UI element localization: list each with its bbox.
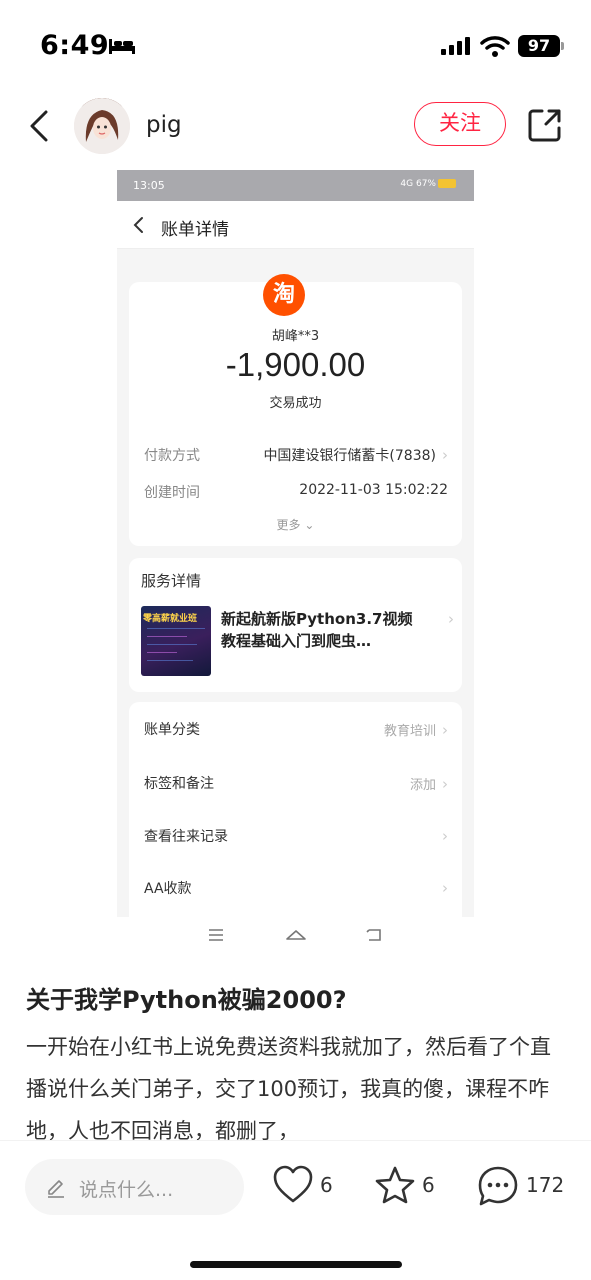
chevron-right-icon: › — [448, 610, 454, 628]
chevron-left-icon[interactable] — [22, 104, 58, 148]
post-image[interactable]: 13:05 4G 67% 账单详情 淘 胡峰**3 -1,900.00 交易成功… — [117, 170, 474, 955]
comment-input[interactable]: 说点什么... — [25, 1159, 244, 1215]
service-title: 服务详情 — [141, 572, 202, 590]
collect-button[interactable]: 6 — [374, 1165, 444, 1209]
more-toggle: 更多 ⌄ — [276, 518, 315, 532]
heart-icon — [273, 1165, 313, 1203]
post-header: pig 关注 — [0, 92, 591, 162]
bill-amount: -1,900.00 — [225, 346, 366, 383]
wifi-icon — [480, 36, 510, 57]
tags-notes-label: 标签和备注 — [144, 776, 214, 792]
star-icon — [375, 1166, 415, 1204]
course-thumbnail: 零高薪就业班 — [141, 606, 211, 676]
taobao-logo: 淘 — [263, 274, 305, 316]
image-nav-title: 账单详情 — [161, 220, 229, 240]
bottom-action-bar: 说点什么... 6 6 172 — [0, 1140, 591, 1280]
signal-icon — [441, 37, 470, 55]
bill-category-label: 账单分类 — [144, 722, 200, 738]
battery-cap — [561, 42, 564, 50]
history-chevron: › — [442, 827, 448, 845]
comment-button[interactable]: 172 — [476, 1165, 566, 1209]
aa-collect-chevron: › — [442, 879, 448, 897]
bed-icon — [109, 39, 135, 54]
tags-notes-value: 添加 › — [409, 775, 448, 793]
transaction-status: 交易成功 — [269, 396, 322, 411]
aa-collect-label: AA收款 — [144, 881, 192, 897]
payment-method-label: 付款方式 — [144, 448, 200, 464]
collect-count: 6 — [422, 1173, 435, 1197]
follow-button[interactable]: 关注 — [414, 102, 506, 146]
post-title: 关于我学Python被骗2000? — [26, 986, 347, 1014]
home-indicator[interactable] — [190, 1261, 402, 1268]
like-count: 6 — [320, 1173, 333, 1197]
like-button[interactable]: 6 — [272, 1165, 342, 1209]
status-bar: 6:49 97 — [0, 0, 591, 92]
image-status-bar: 13:05 4G 67% — [117, 170, 474, 201]
battery-icon: 97 — [518, 35, 560, 57]
image-status-info: 4G 67% — [400, 179, 456, 189]
comment-placeholder: 说点什么... — [79, 1179, 174, 1201]
pencil-icon — [48, 1180, 64, 1198]
home-icon — [286, 930, 306, 940]
menu-icon — [209, 929, 223, 941]
course-name: 新起航新版Python3.7视频教程基础入门到爬虫… — [221, 610, 413, 650]
post-body[interactable]: 一开始在小红书上说免费送资料我就加了，然后看了个直播说什么关门弟子，交了100预… — [26, 1026, 571, 1144]
payee-name: 胡峰**3 — [271, 329, 320, 344]
created-time-value: 2022-11-03 15:02:22 — [299, 482, 448, 498]
username[interactable]: pig — [146, 112, 182, 138]
bill-summary-card — [129, 282, 462, 546]
history-label: 查看往来记录 — [144, 829, 228, 845]
bill-category-value: 教育培训 › — [383, 721, 448, 739]
avatar[interactable] — [74, 98, 130, 154]
comment-icon — [478, 1166, 518, 1206]
image-status-time: 13:05 — [133, 179, 165, 192]
status-time: 6:49 — [40, 30, 110, 61]
image-system-nav — [117, 917, 474, 957]
share-icon[interactable] — [526, 106, 564, 144]
comment-count: 172 — [526, 1173, 565, 1197]
created-time-label: 创建时间 — [144, 485, 200, 501]
image-back-icon — [133, 217, 143, 233]
back-icon — [366, 929, 381, 941]
payment-method-value: 中国建设银行储蓄卡(7838) › — [263, 446, 448, 464]
image-nav-bar: 账单详情 — [117, 201, 474, 249]
